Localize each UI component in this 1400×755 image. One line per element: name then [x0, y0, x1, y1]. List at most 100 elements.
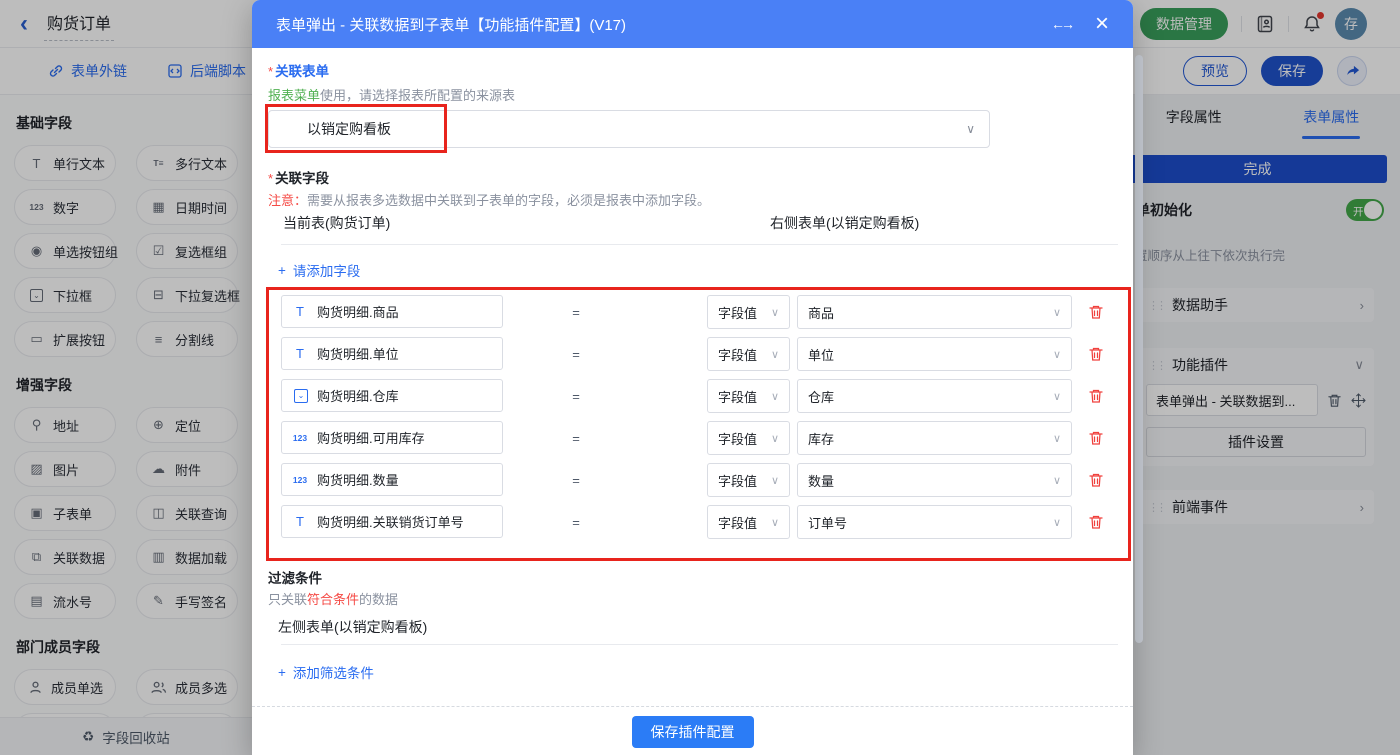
caret-down-icon: ∨: [770, 474, 779, 487]
label-text: 关联字段: [275, 171, 330, 186]
equals-sign: =: [572, 388, 580, 404]
hint-gray: 使用，请选择报表所配置的来源表: [320, 88, 516, 103]
modal-body: * 关联表单 报表菜单使用，请选择报表所配置的来源表 以销定购看板 ∨ * 关联字段…: [252, 48, 1133, 755]
select-value: 字段值: [718, 389, 758, 405]
select-value: 数量: [808, 473, 835, 489]
add-filter-link[interactable]: + 添加筛选条件: [278, 662, 374, 682]
filter-divider: [281, 644, 1118, 645]
source-field-label: 购货明细.可用库存: [317, 431, 425, 446]
mapping-mode-select[interactable]: 字段值 ∨: [707, 505, 790, 539]
delete-row-button[interactable]: [1088, 505, 1104, 539]
text-field-icon: T: [296, 304, 304, 319]
select-value: 字段值: [718, 347, 758, 363]
equals-sign: =: [572, 514, 580, 530]
caret-down-icon: ∨: [770, 306, 779, 319]
required-star: *: [268, 171, 274, 186]
equals-sign: =: [572, 472, 580, 488]
mapping-source-field[interactable]: ⌄ 购货明细.仓库: [281, 379, 503, 412]
mapping-target-select[interactable]: 单位 ∨: [797, 337, 1072, 371]
caret-down-icon: ∨: [1052, 348, 1061, 361]
field-mapping-row: 123 购货明细.数量 = 字段值 ∨ 数量 ∨: [252, 463, 1133, 497]
mapping-target-select[interactable]: 仓库 ∨: [797, 379, 1072, 413]
field-mapping-row: T 购货明细.关联销货订单号 = 字段值 ∨ 订单号 ∨: [252, 505, 1133, 539]
select-value: 商品: [808, 305, 835, 321]
source-field-label: 购货明细.仓库: [317, 389, 399, 404]
caret-down-icon: ∨: [770, 516, 779, 529]
label-text: 关联表单: [275, 64, 330, 79]
mapping-mode-select[interactable]: 字段值 ∨: [707, 421, 790, 455]
caret-down-icon: ∨: [1052, 516, 1061, 529]
trash-icon: [1089, 515, 1103, 529]
related-form-hint: 报表菜单使用，请选择报表所配置的来源表: [268, 85, 515, 104]
source-field-label: 购货明细.数量: [317, 473, 399, 488]
delete-row-button[interactable]: [1088, 337, 1104, 371]
mapping-mode-select[interactable]: 字段值 ∨: [707, 463, 790, 497]
text-field-icon: T: [296, 514, 304, 529]
save-plugin-config-button[interactable]: 保存插件配置: [631, 716, 754, 748]
trash-icon: [1089, 389, 1103, 403]
field-mapping-row: 123 购货明细.可用库存 = 字段值 ∨ 库存 ∨: [252, 421, 1133, 455]
select-value: 字段值: [718, 515, 758, 531]
mapping-mode-select[interactable]: 字段值 ∨: [707, 295, 790, 329]
current-table-header: 当前表(购货订单): [283, 215, 391, 231]
mapping-target-select[interactable]: 商品 ∨: [797, 295, 1072, 329]
field-mapping-row: ⌄ 购货明细.仓库 = 字段值 ∨ 仓库 ∨: [252, 379, 1133, 413]
plus-icon: +: [278, 664, 286, 680]
note-text: 需要从报表多选数据中关联到子表单的字段，必须是报表中添加字段。: [307, 193, 711, 208]
equals-sign: =: [572, 304, 580, 320]
expand-horizontal-icon[interactable]: ←→: [1051, 16, 1075, 32]
footer-divider: [252, 706, 1133, 707]
mapping-mode-select[interactable]: 字段值 ∨: [707, 379, 790, 413]
plus-icon: +: [278, 262, 286, 278]
scrollbar-thumb[interactable]: [1135, 55, 1143, 643]
related-fields-note: 注意：需要从报表多选数据中关联到子表单的字段，必须是报表中添加字段。: [268, 190, 710, 209]
hint-green: 报表菜单: [268, 88, 321, 103]
add-field-label: 请添加字段: [292, 264, 361, 279]
select-value: 仓库: [808, 389, 835, 405]
delete-row-button[interactable]: [1088, 379, 1104, 413]
text-field-icon: T: [296, 346, 304, 361]
source-field-label: 购货明细.单位: [317, 347, 399, 362]
note-prefix: 注意：: [268, 193, 308, 208]
mapping-source-field[interactable]: T 购货明细.关联销货订单号: [281, 505, 503, 538]
mapping-source-field[interactable]: T 购货明细.单位: [281, 337, 503, 370]
field-mapping-rows: T 购货明细.商品 = 字段值 ∨ 商品 ∨ T 购货明细.单位 = 字段值 ∨ 单位 ∨ ⌄ 购货明细.仓库…: [252, 295, 1133, 547]
add-field-link[interactable]: + 请添加字段: [278, 260, 360, 280]
header-divider: [281, 244, 1118, 245]
mapping-target-select[interactable]: 库存 ∨: [797, 421, 1072, 455]
mapping-mode-select[interactable]: 字段值 ∨: [707, 337, 790, 371]
caret-down-icon: ∨: [770, 432, 779, 445]
source-field-label: 购货明细.关联销货订单号: [317, 515, 464, 530]
hint-red: 符合条件: [307, 592, 360, 607]
mapping-source-field[interactable]: 123 购货明细.可用库存: [281, 421, 503, 454]
select-value: 字段值: [718, 473, 758, 489]
filter-label: 过滤条件: [268, 571, 322, 586]
mapping-target-select[interactable]: 数量 ∨: [797, 463, 1072, 497]
trash-icon: [1089, 347, 1103, 361]
select-value: 字段值: [718, 431, 758, 447]
select-value: 字段值: [718, 305, 758, 321]
hint-gray: 的数据: [359, 592, 399, 607]
mapping-target-select[interactable]: 订单号 ∨: [797, 505, 1072, 539]
select-value: 订单号: [808, 515, 848, 531]
caret-down-icon: ∨: [966, 122, 975, 136]
mapping-source-field[interactable]: 123 购货明细.数量: [281, 463, 503, 496]
delete-row-button[interactable]: [1088, 421, 1104, 455]
required-star: *: [268, 64, 274, 79]
source-field-label: 购货明细.商品: [317, 305, 399, 320]
select-value: 单位: [808, 347, 835, 363]
close-icon[interactable]: ×: [1095, 12, 1109, 36]
mapping-source-field[interactable]: T 购货明细.商品: [281, 295, 503, 328]
number-field-icon: 123: [292, 474, 308, 485]
select-value: 以销定购看板: [307, 121, 391, 137]
related-form-select[interactable]: 以销定购看板 ∨: [268, 110, 990, 148]
field-mapping-row: T 购货明细.商品 = 字段值 ∨ 商品 ∨: [252, 295, 1133, 329]
caret-down-icon: ∨: [770, 348, 779, 361]
delete-row-button[interactable]: [1088, 295, 1104, 329]
field-mapping-row: T 购货明细.单位 = 字段值 ∨ 单位 ∨: [252, 337, 1133, 371]
caret-down-icon: ∨: [1052, 306, 1061, 319]
right-form-header: 右侧表单(以销定购看板): [770, 215, 920, 231]
caret-down-icon: ∨: [1052, 474, 1061, 487]
trash-icon: [1089, 473, 1103, 487]
delete-row-button[interactable]: [1088, 463, 1104, 497]
